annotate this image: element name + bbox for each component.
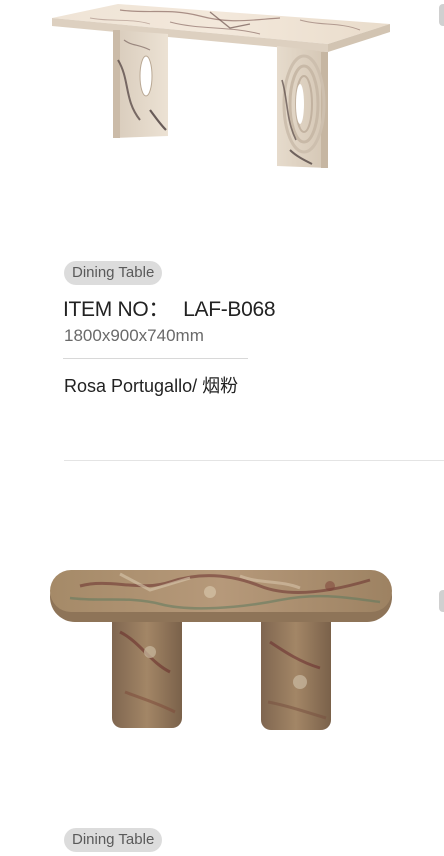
card-divider — [63, 358, 248, 359]
product-material: Rosa Portugallo/ 烟粉 — [64, 376, 239, 396]
item-number-label: ITEM NO： — [63, 298, 170, 321]
category-badge[interactable]: Dining Table — [64, 828, 163, 852]
section-divider — [64, 460, 444, 461]
item-number: ITEM NO： LAF-B068 — [63, 293, 276, 323]
next-item-peek — [439, 590, 444, 612]
product-card[interactable]: Dining Table ITEM NO： LAF-B068 1800x900x7… — [0, 0, 444, 460]
product-card[interactable]: Dining Table — [0, 462, 444, 856]
product-dimensions: 1800x900x740mm — [64, 326, 204, 345]
item-number-code: LAF-B068 — [183, 298, 276, 321]
product-image-marble-table[interactable] — [0, 0, 444, 260]
category-badge[interactable]: Dining Table — [64, 261, 163, 285]
product-image-marble-table[interactable] — [0, 462, 444, 742]
next-item-peek — [439, 4, 444, 26]
